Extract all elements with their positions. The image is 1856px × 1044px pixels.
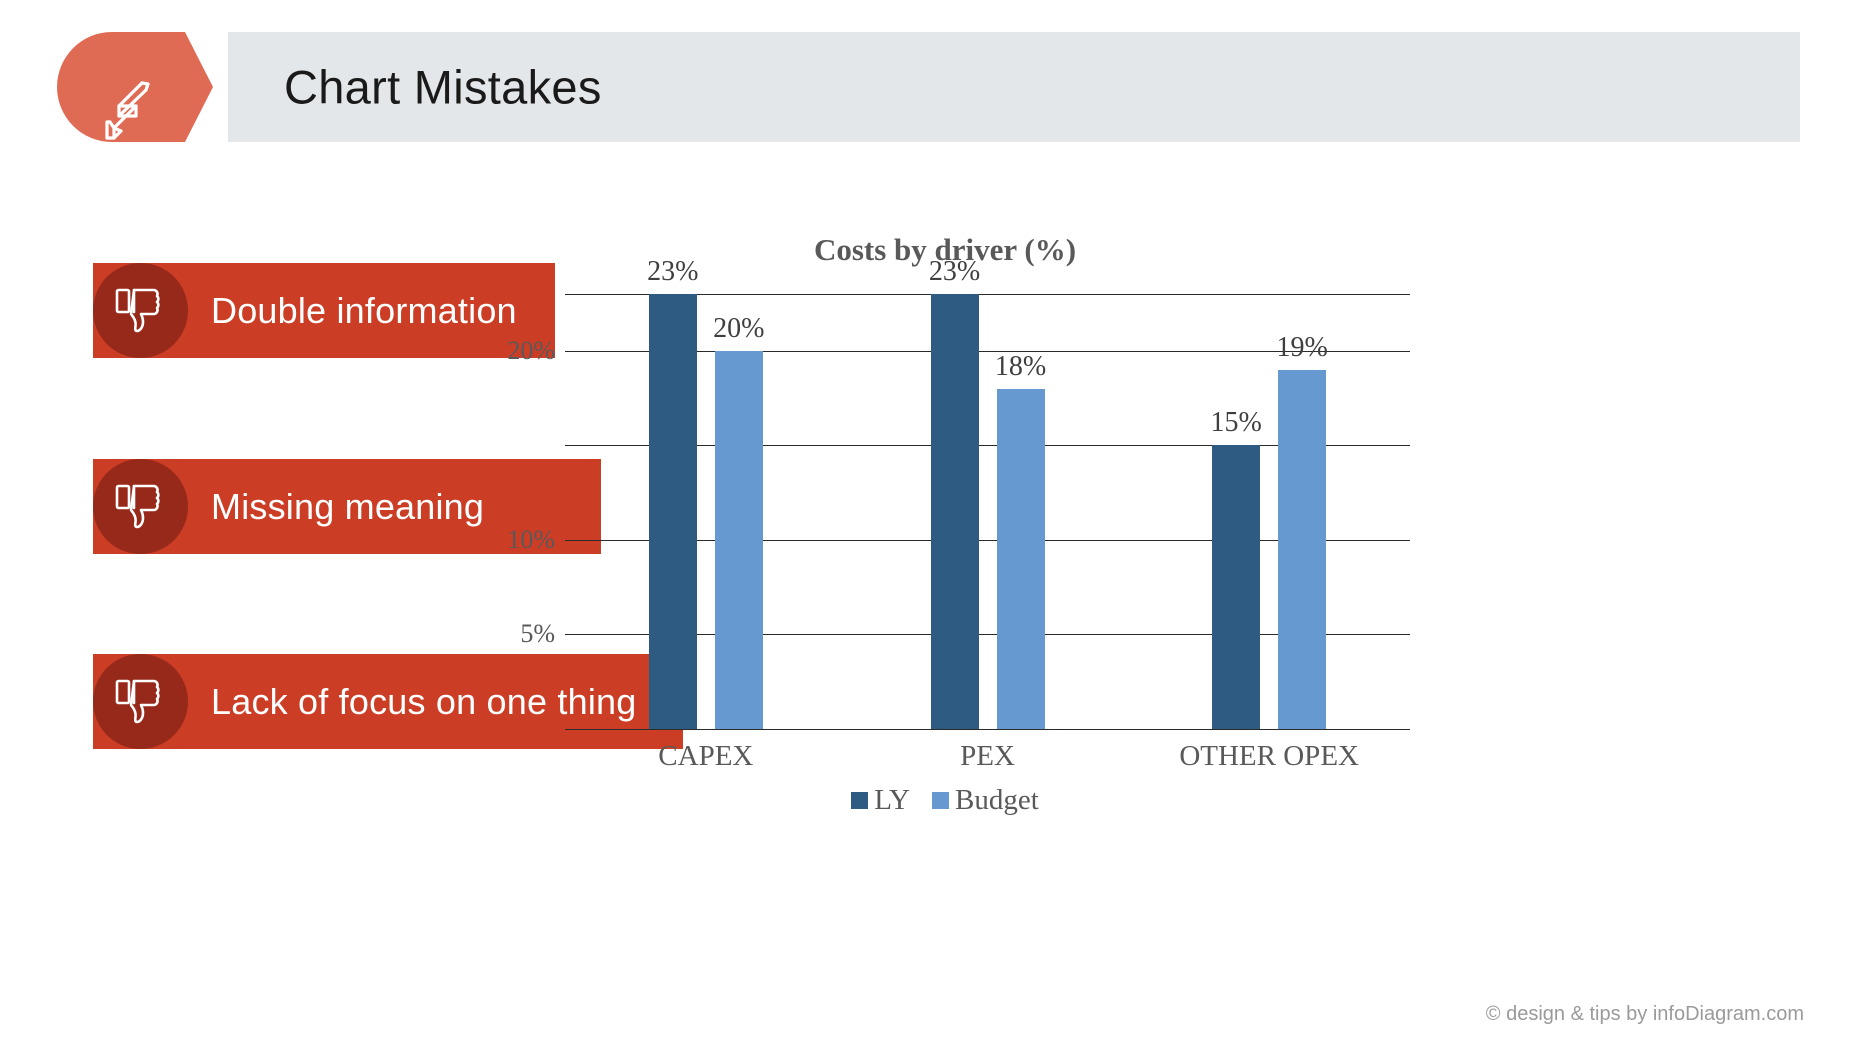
footer-credit: © design & tips by infoDiagram.com bbox=[1485, 1003, 1804, 1025]
chart-legend: LY Budget bbox=[470, 784, 1420, 817]
y-axis-tick-label: 10% bbox=[507, 524, 555, 554]
legend-label: LY bbox=[874, 784, 910, 816]
chart-bar bbox=[1212, 445, 1261, 729]
bar-value-label: 20% bbox=[713, 312, 765, 344]
legend-item[interactable]: Budget bbox=[931, 784, 1039, 817]
x-axis-category-label: PEX bbox=[960, 740, 1015, 772]
page-header: Chart Mistakes bbox=[0, 32, 1800, 142]
y-axis-tick-label: 5% bbox=[520, 619, 555, 649]
chart-bar bbox=[1278, 369, 1327, 729]
y-axis-tick-label: 20% bbox=[507, 335, 555, 365]
chart-gridline bbox=[565, 729, 1410, 730]
bar-value-label: 18% bbox=[994, 350, 1047, 382]
bar-value-label: 23% bbox=[928, 256, 981, 287]
bar-value-label: 15% bbox=[1210, 407, 1262, 439]
x-axis-category-label: CAPEX bbox=[658, 740, 754, 772]
header-badge-arrow bbox=[185, 32, 213, 142]
chart-plot-area: 5% 10% 20% 23% 20% 23% 18% 15% 19% bbox=[507, 256, 1410, 730]
lightning-bolt-icon bbox=[98, 78, 150, 144]
legend-swatch bbox=[931, 792, 949, 809]
chart-bar bbox=[996, 388, 1045, 729]
mistake-label: Missing meaning bbox=[211, 485, 485, 527]
chart-bar bbox=[714, 350, 763, 729]
bar-chart: Costs by driver (%) 5% 10% 20% 23% 20% 23% 18%… bbox=[470, 232, 1420, 822]
chart-bar bbox=[930, 294, 979, 729]
chart-bar bbox=[648, 294, 697, 729]
page-title: Chart Mistakes bbox=[284, 60, 602, 114]
thumbs-down-icon bbox=[115, 288, 167, 336]
bar-value-label: 19% bbox=[1276, 331, 1328, 363]
thumbs-down-icon bbox=[115, 484, 167, 532]
thumbs-down-icon bbox=[115, 679, 167, 727]
bar-value-label: 23% bbox=[647, 256, 699, 287]
legend-swatch bbox=[851, 792, 869, 809]
x-axis-category-label: OTHER OPEX bbox=[1179, 740, 1359, 772]
legend-label: Budget bbox=[954, 784, 1039, 816]
legend-item[interactable]: LY bbox=[851, 784, 910, 817]
